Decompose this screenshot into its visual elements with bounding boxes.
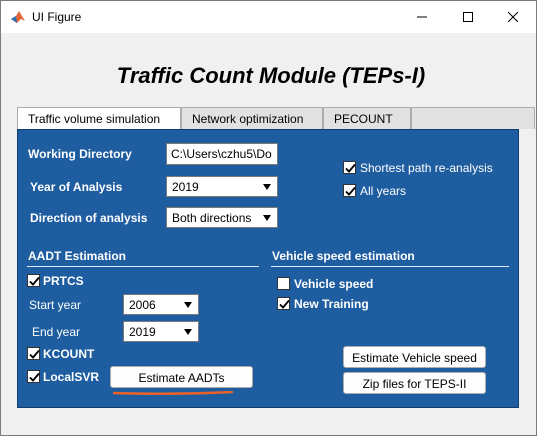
title-bar: UI Figure [1, 1, 536, 33]
all-years-label: All years [360, 184, 407, 198]
localsvr-checkbox[interactable] [27, 370, 40, 383]
aadt-estimation-heading: AADT Estimation [28, 249, 127, 263]
start-year-dropdown[interactable]: 2006 [123, 294, 199, 315]
end-year-value: 2019 [129, 325, 156, 339]
chevron-down-icon [263, 215, 271, 221]
working-directory-label: Working Directory [28, 147, 132, 161]
checkmark-icon [345, 163, 356, 173]
start-year-label: Start year [29, 298, 82, 312]
vehicle-speed-estimation-heading: Vehicle speed estimation [272, 249, 415, 263]
checkmark-icon [279, 299, 290, 309]
end-year-dropdown[interactable]: 2019 [123, 321, 199, 342]
checkmark-icon [29, 372, 40, 382]
window-title: UI Figure [32, 10, 82, 24]
aadt-separator [27, 266, 259, 267]
all-years-checkbox[interactable] [343, 184, 356, 197]
tab-bar-filler [411, 107, 535, 129]
minimize-button[interactable] [399, 1, 445, 33]
shortest-path-label: Shortest path re-analysis [360, 161, 493, 175]
vehicle-speed-label: Vehicle speed [294, 277, 374, 291]
estimate-vehicle-speed-button[interactable]: Estimate Vehicle speed [343, 346, 486, 368]
checkmark-icon [345, 186, 356, 196]
app-window: UI Figure Traffic Count Module (TEPs-I) … [0, 0, 537, 436]
tab-network-optimization[interactable]: Network optimization [181, 107, 323, 129]
year-of-analysis-dropdown[interactable]: 2019 [166, 176, 278, 197]
prtcs-checkbox[interactable] [27, 274, 40, 287]
end-year-label: End year [32, 325, 81, 339]
direction-of-analysis-value: Both directions [172, 211, 252, 225]
working-directory-input[interactable]: C:\Users\czhu5\Do [166, 143, 278, 165]
speed-separator [271, 266, 509, 267]
year-of-analysis-value: 2019 [172, 180, 199, 194]
shortest-path-checkbox[interactable] [343, 161, 356, 174]
chevron-down-icon [184, 329, 192, 335]
start-year-value: 2006 [129, 298, 156, 312]
new-training-checkbox[interactable] [277, 297, 290, 310]
maximize-button[interactable] [445, 1, 491, 33]
checkmark-icon [29, 349, 40, 359]
estimate-aadts-button[interactable]: Estimate AADTs [110, 366, 253, 388]
zip-files-button[interactable]: Zip files for TEPS-II [343, 372, 486, 394]
matlab-logo-icon [10, 9, 26, 25]
chevron-down-icon [263, 184, 271, 190]
kcount-checkbox[interactable] [27, 347, 40, 360]
direction-of-analysis-label: Direction of analysis [30, 211, 148, 225]
localsvr-label: LocalSVR [43, 370, 100, 384]
kcount-label: KCOUNT [43, 347, 95, 361]
chevron-down-icon [184, 302, 192, 308]
module-title: Traffic Count Module (TEPs-I) [116, 63, 426, 88]
year-of-analysis-label: Year of Analysis [30, 180, 123, 194]
annotation-underline [113, 391, 233, 395]
prtcs-label: PRTCS [43, 274, 84, 288]
tab-traffic-volume-simulation[interactable]: Traffic volume simulation [17, 107, 181, 130]
vehicle-speed-checkbox[interactable] [277, 277, 290, 290]
new-training-label: New Training [294, 297, 369, 311]
tab-pecount[interactable]: PECOUNT [323, 107, 411, 129]
checkmark-icon [29, 276, 40, 286]
close-button[interactable] [490, 1, 536, 33]
direction-of-analysis-dropdown[interactable]: Both directions [166, 207, 278, 228]
